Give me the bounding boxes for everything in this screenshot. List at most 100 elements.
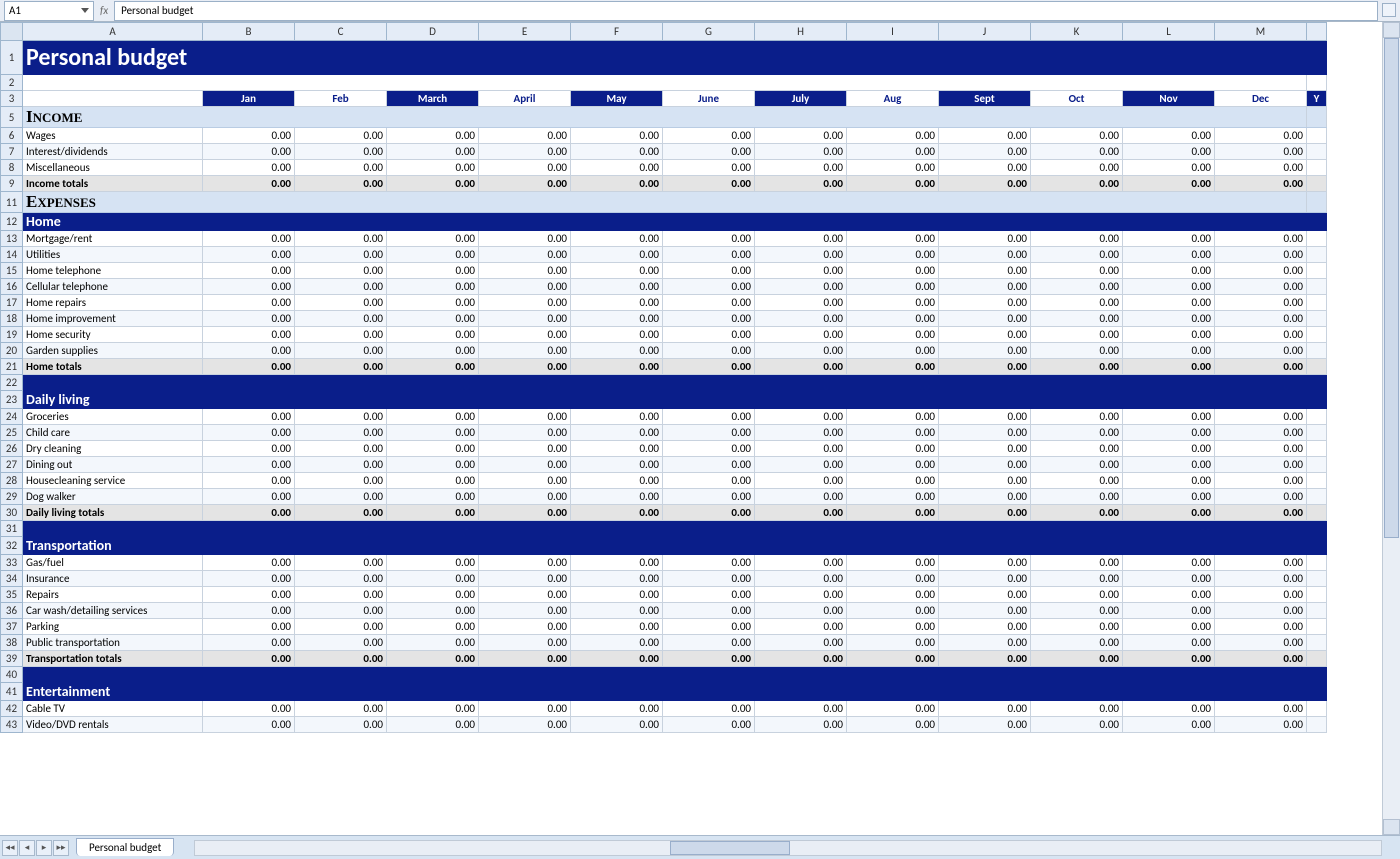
row-header-20[interactable]: 20 <box>1 343 23 359</box>
data-cell[interactable]: 0.00 <box>571 128 663 144</box>
data-cell[interactable]: 0.00 <box>1031 619 1123 635</box>
data-cell[interactable]: 0.00 <box>663 717 755 733</box>
data-cell[interactable]: 0.00 <box>663 619 755 635</box>
empty-row[interactable] <box>23 75 1307 91</box>
data-cell[interactable]: 0.00 <box>1215 701 1307 717</box>
data-cell[interactable]: 0.00 <box>1031 505 1123 521</box>
data-cell[interactable]: 0.00 <box>1123 359 1215 375</box>
data-cell[interactable]: 0.00 <box>479 311 571 327</box>
data-cell[interactable]: 0.00 <box>203 555 295 571</box>
row-label[interactable]: Dog walker <box>23 489 203 505</box>
category-header[interactable]: Daily living <box>23 391 1307 409</box>
data-cell[interactable]: 0.00 <box>479 555 571 571</box>
cell-peek[interactable] <box>1307 375 1327 391</box>
data-cell[interactable]: 0.00 <box>663 425 755 441</box>
data-cell[interactable]: 0.00 <box>571 457 663 473</box>
data-cell[interactable]: 0.00 <box>1215 635 1307 651</box>
data-cell[interactable]: 0.00 <box>387 247 479 263</box>
month-header-May[interactable]: May <box>571 91 663 107</box>
data-cell[interactable]: 0.00 <box>295 587 387 603</box>
row-label[interactable]: Interest/dividends <box>23 144 203 160</box>
data-cell[interactable]: 0.00 <box>1031 279 1123 295</box>
data-cell[interactable]: 0.00 <box>571 263 663 279</box>
column-header-H[interactable]: H <box>755 23 847 41</box>
data-cell[interactable]: 0.00 <box>663 489 755 505</box>
data-cell[interactable]: 0.00 <box>939 555 1031 571</box>
column-header-D[interactable]: D <box>387 23 479 41</box>
data-cell[interactable]: 0.00 <box>939 231 1031 247</box>
section-header[interactable]: INCOME <box>23 107 1307 128</box>
data-cell[interactable]: 0.00 <box>1123 231 1215 247</box>
data-cell[interactable]: 0.00 <box>1123 603 1215 619</box>
data-cell[interactable]: 0.00 <box>1215 425 1307 441</box>
data-cell[interactable]: 0.00 <box>755 587 847 603</box>
data-cell[interactable]: 0.00 <box>663 295 755 311</box>
data-cell[interactable]: 0.00 <box>1215 359 1307 375</box>
data-cell[interactable]: 0.00 <box>1031 231 1123 247</box>
data-cell[interactable]: 0.00 <box>755 247 847 263</box>
data-cell[interactable]: 0.00 <box>755 619 847 635</box>
data-cell[interactable]: 0.00 <box>1215 247 1307 263</box>
data-cell[interactable]: 0.00 <box>847 176 939 192</box>
cell-peek[interactable] <box>1307 107 1327 128</box>
data-cell[interactable]: 0.00 <box>847 505 939 521</box>
row-label[interactable]: Home security <box>23 327 203 343</box>
row-label[interactable]: Miscellaneous <box>23 160 203 176</box>
data-cell[interactable]: 0.00 <box>203 651 295 667</box>
data-cell[interactable]: 0.00 <box>939 343 1031 359</box>
cell-peek[interactable] <box>1307 176 1327 192</box>
cell-peek[interactable] <box>1307 635 1327 651</box>
data-cell[interactable]: 0.00 <box>295 176 387 192</box>
data-cell[interactable]: 0.00 <box>755 651 847 667</box>
category-header[interactable]: Entertainment <box>23 683 1307 701</box>
data-cell[interactable]: 0.00 <box>755 489 847 505</box>
data-cell[interactable]: 0.00 <box>295 247 387 263</box>
data-cell[interactable]: 0.00 <box>939 327 1031 343</box>
data-cell[interactable]: 0.00 <box>663 343 755 359</box>
data-cell[interactable]: 0.00 <box>1215 651 1307 667</box>
data-cell[interactable]: 0.00 <box>203 327 295 343</box>
data-cell[interactable]: 0.00 <box>203 635 295 651</box>
data-cell[interactable]: 0.00 <box>939 587 1031 603</box>
row-label[interactable]: Home improvement <box>23 311 203 327</box>
data-cell[interactable]: 0.00 <box>755 409 847 425</box>
data-cell[interactable]: 0.00 <box>939 311 1031 327</box>
row-label[interactable]: Dining out <box>23 457 203 473</box>
cell-peek[interactable] <box>1307 409 1327 425</box>
column-header-B[interactable]: B <box>203 23 295 41</box>
data-cell[interactable]: 0.00 <box>939 457 1031 473</box>
cell-peek[interactable] <box>1307 619 1327 635</box>
data-cell[interactable]: 0.00 <box>1123 473 1215 489</box>
row-label[interactable]: Daily living totals <box>23 505 203 521</box>
column-header-E[interactable]: E <box>479 23 571 41</box>
row-header-29[interactable]: 29 <box>1 489 23 505</box>
data-cell[interactable]: 0.00 <box>295 651 387 667</box>
data-cell[interactable]: 0.00 <box>203 603 295 619</box>
data-cell[interactable]: 0.00 <box>571 409 663 425</box>
data-cell[interactable]: 0.00 <box>939 571 1031 587</box>
data-cell[interactable]: 0.00 <box>847 441 939 457</box>
cell-peek[interactable] <box>1307 391 1327 409</box>
cell-peek[interactable] <box>1307 343 1327 359</box>
data-cell[interactable]: 0.00 <box>663 311 755 327</box>
data-cell[interactable]: 0.00 <box>1215 144 1307 160</box>
data-cell[interactable]: 0.00 <box>1123 489 1215 505</box>
data-cell[interactable]: 0.00 <box>939 441 1031 457</box>
data-cell[interactable]: 0.00 <box>203 295 295 311</box>
data-cell[interactable]: 0.00 <box>939 635 1031 651</box>
data-cell[interactable]: 0.00 <box>939 651 1031 667</box>
cell-peek[interactable] <box>1307 489 1327 505</box>
data-cell[interactable]: 0.00 <box>203 587 295 603</box>
cell-peek[interactable] <box>1307 683 1327 701</box>
row-header-3[interactable]: 3 <box>1 91 23 107</box>
data-cell[interactable]: 0.00 <box>1031 144 1123 160</box>
row-header-16[interactable]: 16 <box>1 279 23 295</box>
cell-peek[interactable] <box>1307 571 1327 587</box>
sheet-tab[interactable]: Personal budget <box>76 838 174 856</box>
cell-peek[interactable] <box>1307 457 1327 473</box>
data-cell[interactable]: 0.00 <box>1031 311 1123 327</box>
data-cell[interactable]: 0.00 <box>571 441 663 457</box>
data-cell[interactable]: 0.00 <box>1123 441 1215 457</box>
month-header-year-peek[interactable]: Y <box>1307 91 1327 107</box>
row-header-33[interactable]: 33 <box>1 555 23 571</box>
